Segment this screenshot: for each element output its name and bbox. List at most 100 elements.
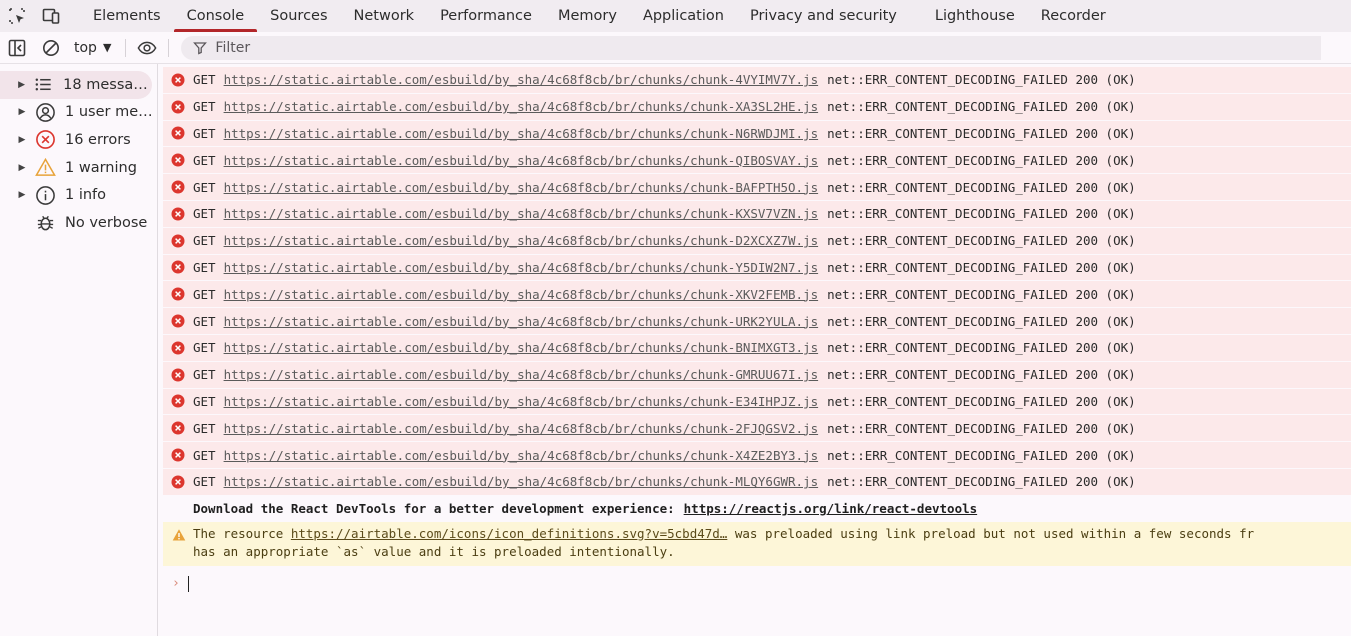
sidebar-toggle-icon[interactable] xyxy=(0,32,34,64)
tab-elements[interactable]: Elements xyxy=(80,0,174,32)
tab-recorder[interactable]: Recorder xyxy=(1028,0,1119,32)
sidebar-item-user[interactable]: ▶ 1 user me… xyxy=(0,99,157,127)
filter-input[interactable]: Filter xyxy=(181,35,1322,60)
request-url-link[interactable]: https://static.airtable.com/esbuild/by_s… xyxy=(224,72,819,87)
tab-lighthouse[interactable]: Lighthouse xyxy=(922,0,1028,32)
warning-line-1: The resource https://airtable.com/icons/… xyxy=(193,525,1351,543)
expand-arrow-icon[interactable]: ▶ xyxy=(14,80,29,90)
device-toolbar-icon[interactable] xyxy=(34,0,68,32)
request-url-link[interactable]: https://static.airtable.com/esbuild/by_s… xyxy=(224,474,819,489)
tab-sources[interactable]: Sources xyxy=(257,0,340,32)
error-text: net::ERR_CONTENT_DECODING_FAILED 200 (OK… xyxy=(827,286,1136,302)
error-message-row: GET https://static.airtable.com/esbuild/b… xyxy=(163,254,1351,282)
request-method: GET xyxy=(193,313,216,329)
error-icon xyxy=(163,341,193,355)
request-method: GET xyxy=(193,286,216,302)
error-message-row: GET https://static.airtable.com/esbuild/b… xyxy=(163,281,1351,309)
request-url-link[interactable]: https://static.airtable.com/esbuild/by_s… xyxy=(224,394,819,409)
inspect-element-icon[interactable] xyxy=(0,0,34,32)
live-expression-eye-icon[interactable] xyxy=(130,32,164,64)
error-message-row: GET https://static.airtable.com/esbuild/b… xyxy=(163,120,1351,148)
warning-line-2: has an appropriate `as` value and it is … xyxy=(193,543,675,559)
request-url-link[interactable]: https://static.airtable.com/esbuild/by_s… xyxy=(224,153,819,168)
request-method: GET xyxy=(193,99,216,115)
warning-icon xyxy=(34,157,56,179)
error-message-row: GET https://static.airtable.com/esbuild/b… xyxy=(163,361,1351,389)
error-text: net::ERR_CONTENT_DECODING_FAILED 200 (OK… xyxy=(827,474,1136,490)
bug-icon xyxy=(34,212,56,234)
request-url-link[interactable]: https://static.airtable.com/esbuild/by_s… xyxy=(224,287,819,302)
sidebar-item-list[interactable]: ▶ 18 messag… xyxy=(0,71,152,99)
request-url-link[interactable]: https://static.airtable.com/esbuild/by_s… xyxy=(224,233,819,248)
expand-arrow-icon[interactable]: ▶ xyxy=(14,107,30,117)
request-url-link[interactable]: https://static.airtable.com/esbuild/by_s… xyxy=(224,126,819,141)
list-icon xyxy=(33,74,54,96)
sidebar-item-bug[interactable]: ▶No verbose xyxy=(0,209,157,237)
info-icon xyxy=(34,184,56,206)
tab-network[interactable]: Network xyxy=(341,0,428,32)
warning-suffix: was preloaded using link preload but not… xyxy=(734,525,1255,541)
request-url-link[interactable]: https://static.airtable.com/esbuild/by_s… xyxy=(224,314,819,329)
error-text: net::ERR_CONTENT_DECODING_FAILED 200 (OK… xyxy=(827,152,1136,168)
error-icon xyxy=(163,394,193,408)
request-url-link[interactable]: https://static.airtable.com/esbuild/by_s… xyxy=(224,448,819,463)
tab-performance[interactable]: Performance xyxy=(427,0,545,32)
request-url-link[interactable]: https://static.airtable.com/esbuild/by_s… xyxy=(224,340,819,355)
warning-link[interactable]: https://airtable.com/icons/icon_definiti… xyxy=(291,526,728,541)
error-message-row: GET https://static.airtable.com/esbuild/b… xyxy=(163,334,1351,362)
error-text: net::ERR_CONTENT_DECODING_FAILED 200 (OK… xyxy=(827,447,1136,463)
error-icon xyxy=(163,126,193,140)
tab-privacy-and-security[interactable]: Privacy and security xyxy=(737,0,910,32)
error-icon xyxy=(163,475,193,489)
request-url-link[interactable]: https://static.airtable.com/esbuild/by_s… xyxy=(224,260,819,275)
tab-console[interactable]: Console xyxy=(173,0,258,32)
request-method: GET xyxy=(193,367,216,383)
error-message-row: GET https://static.airtable.com/esbuild/b… xyxy=(163,93,1351,121)
request-url-link[interactable]: https://static.airtable.com/esbuild/by_s… xyxy=(224,206,819,221)
error-text: net::ERR_CONTENT_DECODING_FAILED 200 (OK… xyxy=(827,179,1136,195)
request-method: GET xyxy=(193,152,216,168)
error-text: net::ERR_CONTENT_DECODING_FAILED 200 (OK… xyxy=(827,125,1136,141)
request-url-link[interactable]: https://static.airtable.com/esbuild/by_s… xyxy=(224,99,819,114)
console-prompt[interactable]: › xyxy=(163,566,1351,602)
request-method: GET xyxy=(193,125,216,141)
chevron-down-icon: ▼ xyxy=(102,41,112,54)
error-message-row: GET https://static.airtable.com/esbuild/b… xyxy=(163,308,1351,335)
request-method: GET xyxy=(193,340,216,356)
expand-arrow-icon[interactable]: ▶ xyxy=(14,190,30,200)
expand-arrow-icon[interactable]: ▶ xyxy=(14,135,30,145)
clear-console-icon[interactable] xyxy=(34,32,68,64)
sidebar-item-info[interactable]: ▶ 1 info xyxy=(0,181,157,209)
error-icon xyxy=(163,153,193,167)
error-list: GET https://static.airtable.com/esbuild/b… xyxy=(163,67,1351,496)
error-icon xyxy=(163,314,193,328)
request-url-link[interactable]: https://static.airtable.com/esbuild/by_s… xyxy=(224,180,819,195)
expand-arrow-icon[interactable]: ▶ xyxy=(14,163,30,173)
error-icon xyxy=(163,260,193,274)
error-message-row: GET https://static.airtable.com/esbuild/b… xyxy=(163,388,1351,416)
request-url-link[interactable]: https://static.airtable.com/esbuild/by_s… xyxy=(224,421,819,436)
error-icon xyxy=(163,180,193,194)
toolbar-divider xyxy=(168,38,170,57)
context-selector[interactable]: top ▼ xyxy=(68,36,121,60)
request-url-link[interactable]: https://static.airtable.com/esbuild/by_s… xyxy=(224,367,819,382)
sidebar-item-label: 1 warning xyxy=(65,159,137,176)
error-message-row: GET https://static.airtable.com/esbuild/b… xyxy=(163,200,1351,228)
devtools-message-link[interactable]: https://reactjs.org/link/react-devtools xyxy=(684,501,978,516)
context-label: top xyxy=(74,39,97,56)
devtools-tabbar: Elements Console Sources Network Performance… xyxy=(0,0,1351,32)
tab-application[interactable]: Application xyxy=(630,0,737,32)
tab-memory[interactable]: Memory xyxy=(545,0,630,32)
sidebar-item-label: 16 errors xyxy=(65,131,131,148)
error-icon xyxy=(163,287,193,301)
filter-funnel-icon xyxy=(193,41,208,54)
error-message-row: GET https://static.airtable.com/esbuild/b… xyxy=(163,67,1351,94)
error-text: net::ERR_CONTENT_DECODING_FAILED 200 (OK… xyxy=(827,393,1136,409)
sidebar-item-warning[interactable]: ▶ 1 warning xyxy=(0,154,157,182)
error-text: net::ERR_CONTENT_DECODING_FAILED 200 (OK… xyxy=(827,420,1136,436)
error-text: net::ERR_CONTENT_DECODING_FAILED 200 (OK… xyxy=(827,99,1136,115)
console-messages: GET https://static.airtable.com/esbuild/b… xyxy=(163,67,1351,636)
sidebar-item-error[interactable]: ▶ 16 errors xyxy=(0,126,157,154)
error-icon xyxy=(163,368,193,382)
request-method: GET xyxy=(193,420,216,436)
